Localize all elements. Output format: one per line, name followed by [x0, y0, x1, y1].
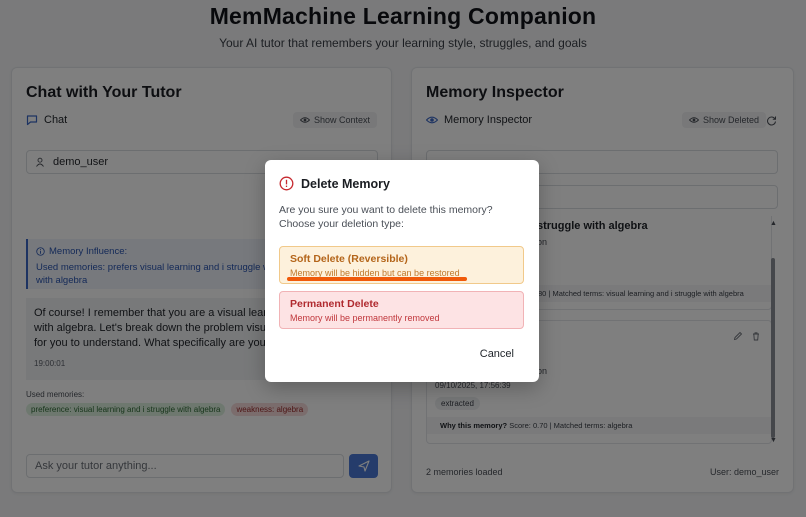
dialog-title-text: Delete Memory [301, 176, 390, 191]
annotation-underline [287, 277, 467, 281]
permanent-delete-button[interactable]: Permanent Delete Memory will be permanen… [279, 291, 524, 329]
dialog-title: Delete Memory [279, 176, 390, 191]
soft-delete-title: Soft Delete (Reversible) [290, 253, 408, 265]
alert-icon [279, 176, 294, 191]
permanent-delete-title: Permanent Delete [290, 298, 379, 310]
dialog-description: Are you sure you want to delete this mem… [279, 204, 493, 230]
permanent-delete-description: Memory will be permanently removed [290, 313, 440, 323]
cancel-button[interactable]: Cancel [480, 348, 514, 360]
delete-memory-dialog: Delete Memory Are you sure you want to d… [265, 160, 539, 382]
